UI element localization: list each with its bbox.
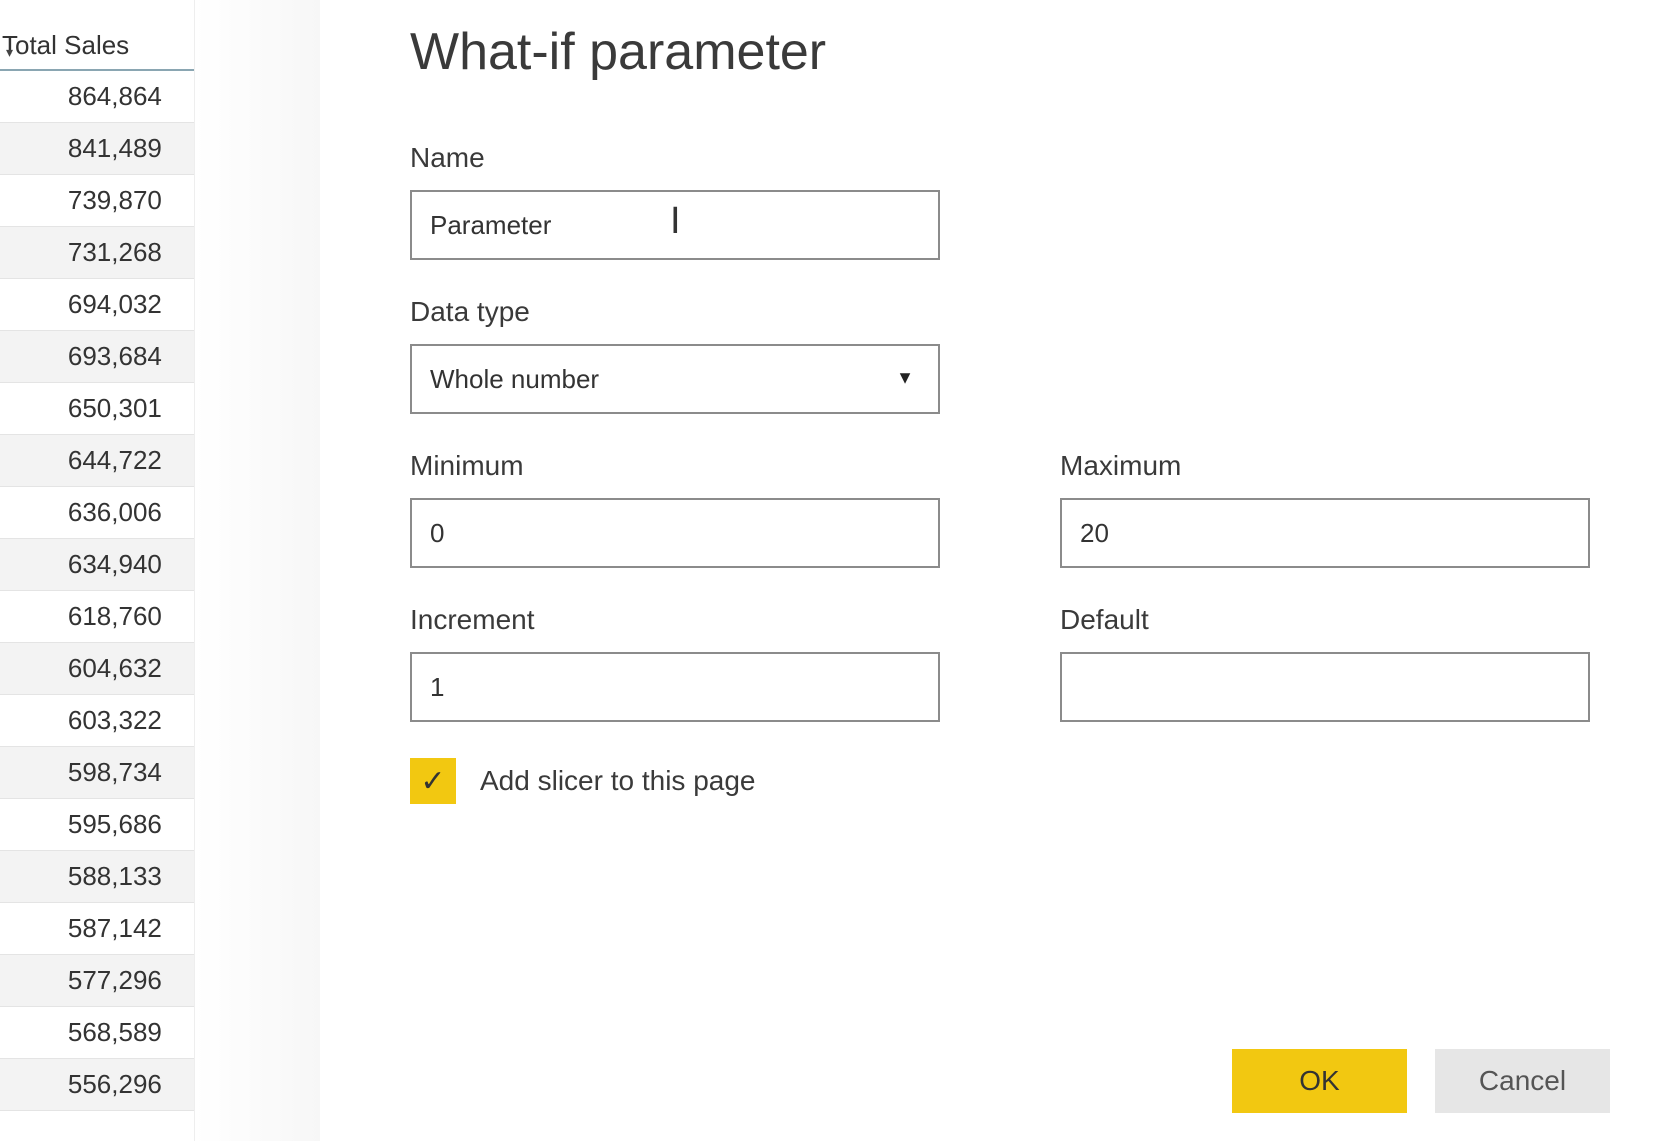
add-slicer-label: Add slicer to this page bbox=[480, 765, 756, 797]
table-row[interactable]: 588,133 bbox=[0, 851, 194, 903]
cancel-button[interactable]: Cancel bbox=[1435, 1049, 1610, 1113]
table-row[interactable]: 694,032 bbox=[0, 279, 194, 331]
ok-button[interactable]: OK bbox=[1232, 1049, 1407, 1113]
name-input[interactable] bbox=[410, 190, 940, 260]
increment-label: Increment bbox=[410, 604, 940, 636]
default-label: Default bbox=[1060, 604, 1590, 636]
gutter bbox=[194, 0, 320, 1141]
dialog-title: What-if parameter bbox=[410, 22, 1590, 82]
data-type-select[interactable] bbox=[410, 344, 940, 414]
table-row[interactable]: 636,006 bbox=[0, 487, 194, 539]
table-row[interactable]: 568,589 bbox=[0, 1007, 194, 1059]
maximum-label: Maximum bbox=[1060, 450, 1590, 482]
table-row[interactable]: 650,301 bbox=[0, 383, 194, 435]
table-row[interactable]: 693,684 bbox=[0, 331, 194, 383]
table-row[interactable]: 556,296 bbox=[0, 1059, 194, 1111]
name-label: Name bbox=[410, 142, 1590, 174]
default-input[interactable] bbox=[1060, 652, 1590, 722]
table-row[interactable]: 864,864 bbox=[0, 71, 194, 123]
table-row[interactable]: 644,722 bbox=[0, 435, 194, 487]
table-row[interactable]: 739,870 bbox=[0, 175, 194, 227]
table-row[interactable]: 604,632 bbox=[0, 643, 194, 695]
table-row[interactable]: 634,940 bbox=[0, 539, 194, 591]
total-sales-column: Total Sales ▾ 864,864841,489739,870731,2… bbox=[0, 0, 194, 1141]
whatif-parameter-dialog: What-if parameter Name I Data type ▼ Min… bbox=[320, 0, 1680, 1141]
data-type-label: Data type bbox=[410, 296, 1590, 328]
table-row[interactable]: 587,142 bbox=[0, 903, 194, 955]
minimum-label: Minimum bbox=[410, 450, 940, 482]
table-row[interactable]: 731,268 bbox=[0, 227, 194, 279]
column-header-text: Total Sales bbox=[2, 30, 129, 60]
table-row[interactable]: 603,322 bbox=[0, 695, 194, 747]
sort-descending-icon[interactable]: ▾ bbox=[6, 44, 13, 61]
add-slicer-checkbox[interactable]: ✓ bbox=[410, 758, 456, 804]
increment-input[interactable] bbox=[410, 652, 940, 722]
table-row[interactable]: 598,734 bbox=[0, 747, 194, 799]
column-header[interactable]: Total Sales ▾ bbox=[0, 28, 194, 71]
table-row[interactable]: 595,686 bbox=[0, 799, 194, 851]
minimum-input[interactable] bbox=[410, 498, 940, 568]
table-row[interactable]: 577,296 bbox=[0, 955, 194, 1007]
table-row[interactable]: 841,489 bbox=[0, 123, 194, 175]
check-icon: ✓ bbox=[420, 764, 445, 799]
maximum-input[interactable] bbox=[1060, 498, 1590, 568]
table-row[interactable]: 618,760 bbox=[0, 591, 194, 643]
